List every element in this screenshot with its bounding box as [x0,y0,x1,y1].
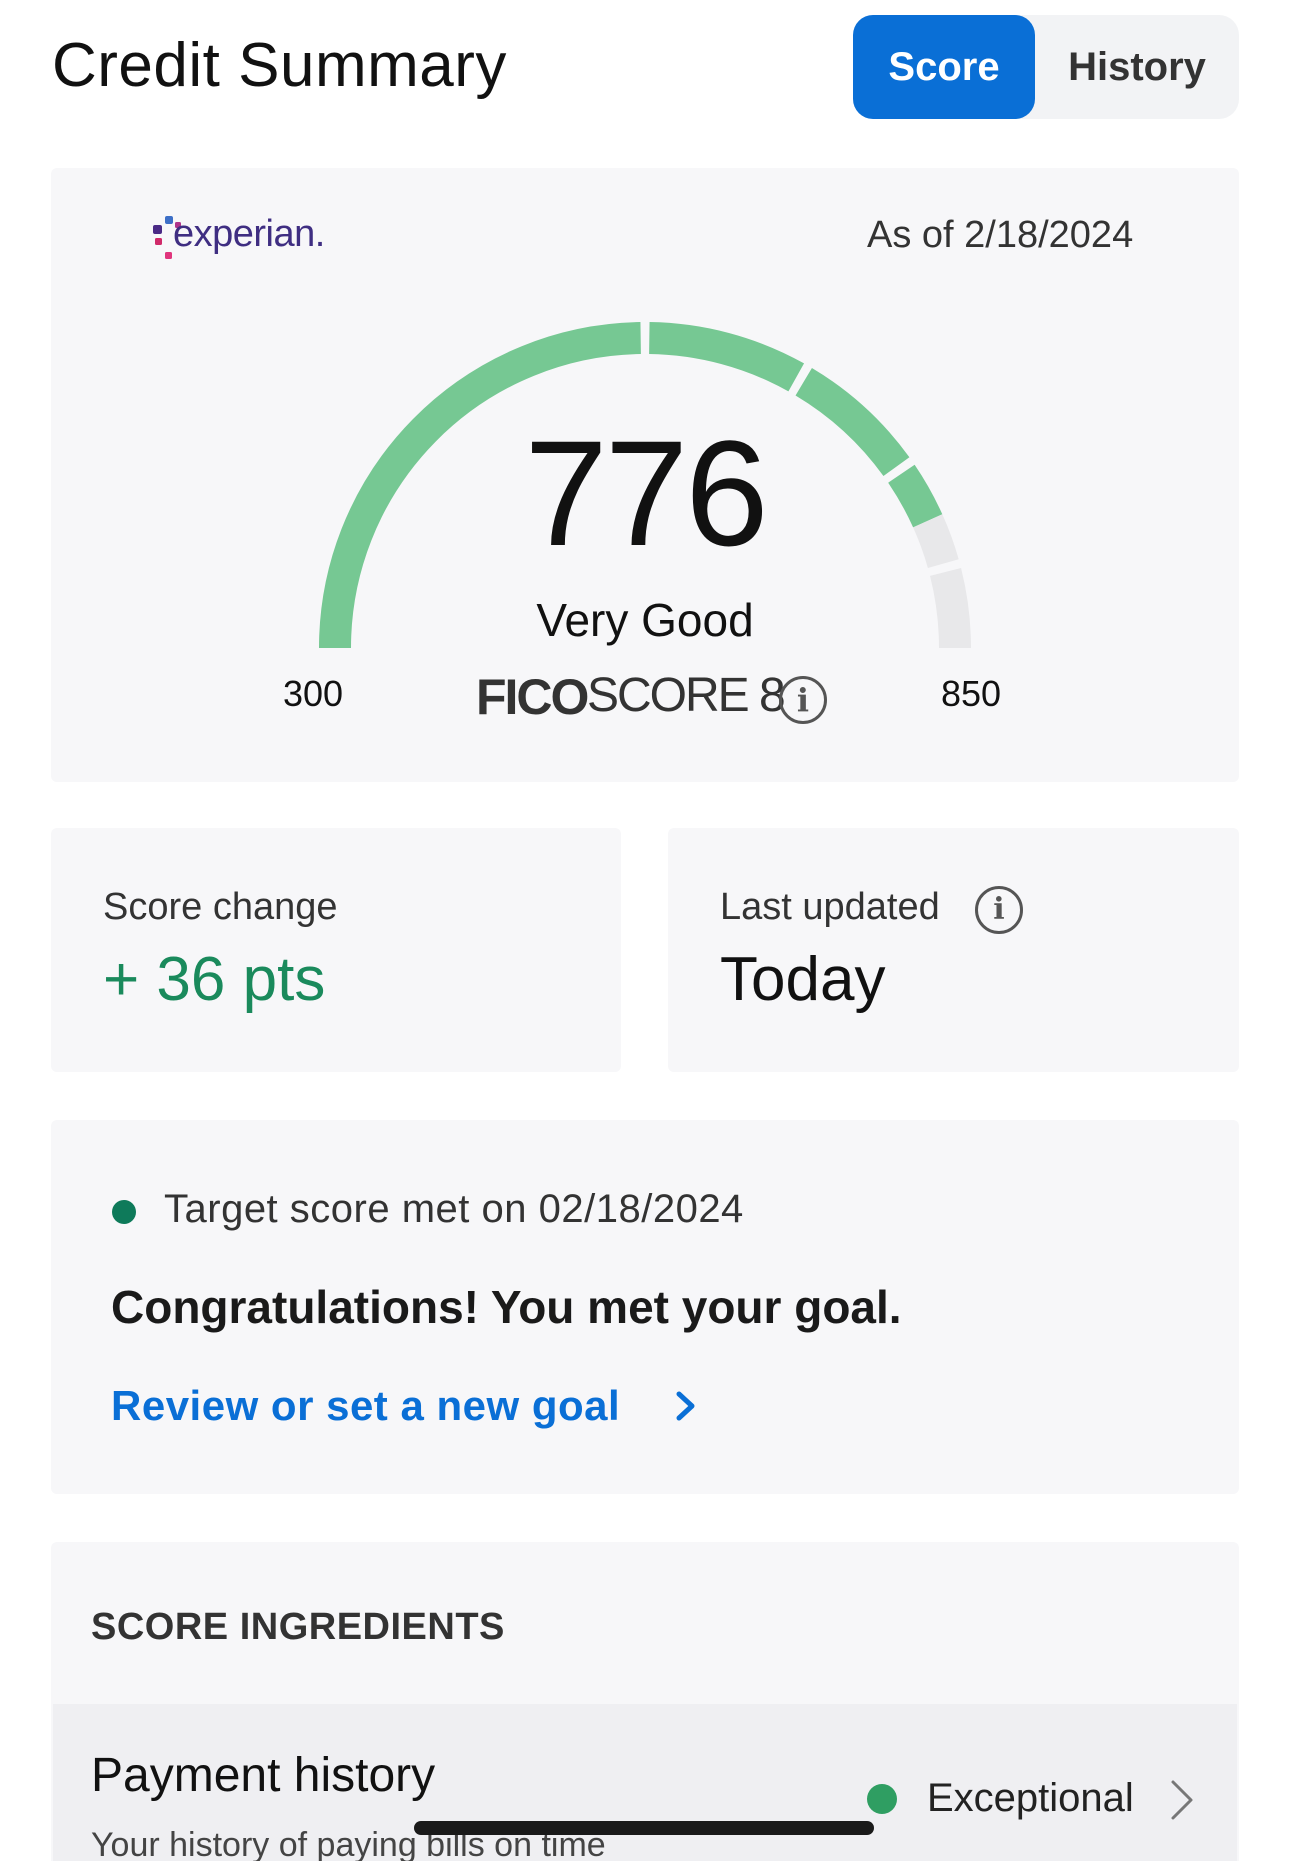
fico-brand: FICO [476,669,589,725]
score-info-icon[interactable]: i [779,676,827,724]
last-updated-label: Last updated [720,886,940,928]
scale-max-label: 850 [941,673,1002,714]
ingredient-rating: Exceptional [927,1776,1134,1820]
chevron-right-icon [1171,1780,1193,1820]
fico-model-name: SCORE 8 [587,669,786,722]
score-rating: Very Good [536,594,754,646]
last-updated-info-icon[interactable]: i [975,886,1023,934]
score-ingredients-card: SCORE INGREDIENTS Payment history Your h… [51,1542,1239,1861]
credit-score: 776 [524,409,768,577]
home-indicator[interactable] [414,1821,874,1835]
ingredients-heading: SCORE INGREDIENTS [91,1606,505,1648]
header: Credit Summary Score History [0,0,1289,140]
score-change-label: Score change [103,886,338,928]
tab-score[interactable]: Score [853,15,1035,119]
last-updated-value: Today [720,945,886,1014]
goal-status: Target score met on 02/18/2024 [164,1187,744,1231]
view-toggle: Score History [853,15,1239,119]
ingredient-name: Payment history [91,1749,436,1802]
bureau-name: experian. [173,213,325,255]
goal-card: Target score met on 02/18/2024 Congratul… [51,1120,1239,1494]
gauge-segment-filled [648,322,805,392]
last-updated-card: Last updated i Today [668,828,1239,1072]
score-change-card: Score change + 36 pts [51,828,621,1072]
goal-message: Congratulations! You met your goal. [111,1281,902,1333]
goal-status-dot-icon [112,1200,136,1224]
ingredient-row-payment-history[interactable]: Payment history Your history of paying b… [53,1704,1237,1861]
review-goal-link[interactable]: Review or set a new goal [111,1382,620,1430]
as-of-date: As of 2/18/2024 [867,214,1134,256]
page-title: Credit Summary [52,31,507,100]
score-change-value: + 36 pts [103,945,326,1014]
score-card: experian. As of 2/18/2024 776 Very Good … [51,168,1239,782]
rating-dot-icon [867,1784,897,1814]
tab-history[interactable]: History [1035,15,1239,119]
scale-min-label: 300 [283,673,344,714]
chevron-right-icon[interactable] [667,1380,707,1430]
